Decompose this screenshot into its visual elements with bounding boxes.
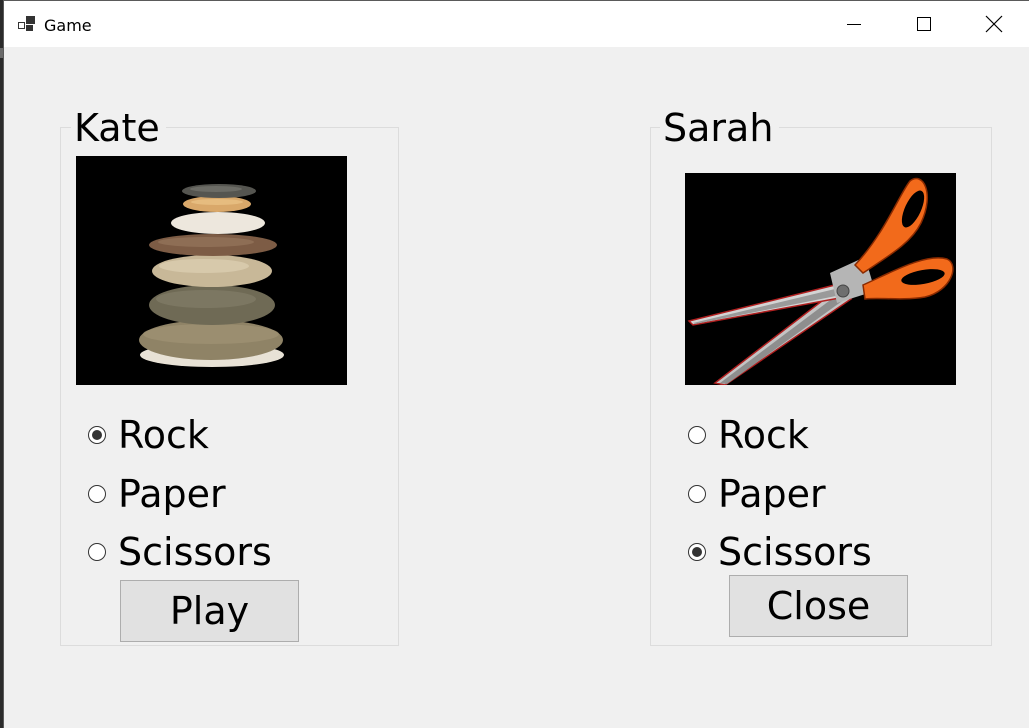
player-one-option-scissors[interactable]: Scissors (88, 529, 272, 575)
rock-stack-icon (76, 156, 347, 385)
radio-icon (88, 543, 106, 561)
player-one-option-rock[interactable]: Rock (88, 412, 209, 458)
radio-icon (688, 426, 706, 444)
player-one-option-paper[interactable]: Paper (88, 471, 226, 517)
radio-icon (88, 485, 106, 503)
radio-icon (688, 485, 706, 503)
window-title: Game (44, 16, 92, 35)
radio-icon (88, 426, 106, 444)
maximize-button[interactable] (889, 1, 959, 47)
close-icon (985, 15, 1003, 33)
game-window: Game Kate Rock Paper Scissors Play Sarah… (3, 0, 1029, 728)
option-label: Rock (118, 413, 209, 457)
option-label: Paper (718, 472, 826, 516)
player-two-option-paper[interactable]: Paper (688, 471, 826, 517)
radio-selected-dot (692, 547, 702, 557)
player-two-name: Sarah (660, 105, 780, 151)
option-label: Paper (118, 472, 226, 516)
player-two-option-scissors[interactable]: Scissors (688, 529, 872, 575)
option-label: Scissors (118, 530, 272, 574)
scissors-image (685, 173, 956, 385)
desktop: Game Kate Rock Paper Scissors Play Sarah… (0, 0, 1029, 728)
minimize-icon (847, 24, 861, 25)
radio-selected-dot (92, 430, 102, 440)
maximize-icon (917, 17, 931, 31)
title-bar[interactable]: Game (4, 1, 1029, 47)
rock-stack-image (76, 156, 347, 385)
scissors-icon (685, 173, 956, 385)
play-button[interactable]: Play (120, 580, 299, 642)
player-two-option-rock[interactable]: Rock (688, 412, 809, 458)
close-button[interactable]: Close (729, 575, 908, 637)
app-window-icon (18, 16, 35, 31)
player-one-name: Kate (71, 105, 166, 151)
option-label: Scissors (718, 530, 872, 574)
radio-icon (688, 543, 706, 561)
close-window-button[interactable] (959, 1, 1029, 47)
option-label: Rock (718, 413, 809, 457)
minimize-button[interactable] (819, 1, 889, 47)
